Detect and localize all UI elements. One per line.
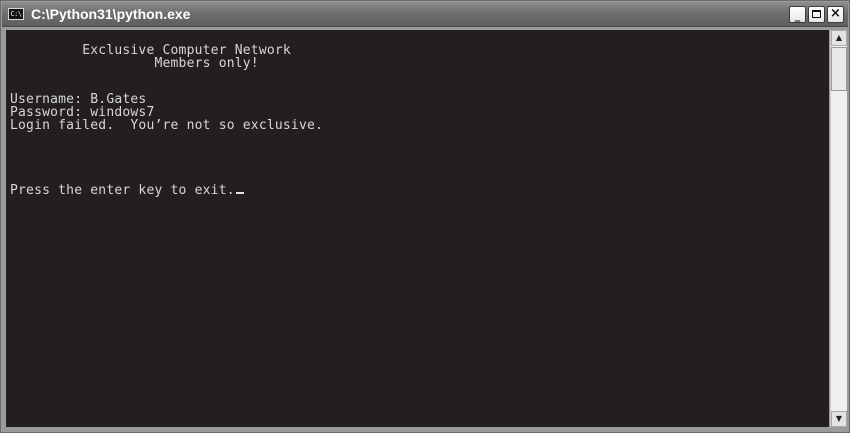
maximize-icon (812, 10, 821, 18)
console-line-subheader: Members only! (10, 56, 259, 71)
console-line-exit-prompt: Press the enter key to exit. (10, 184, 244, 197)
console-window: C:\ C:\Python31\python.exe _ × Exclusive… (0, 0, 850, 433)
console-line-login-result: Login failed. You’re not so exclusive. (10, 118, 324, 133)
scroll-down-arrow-icon[interactable]: ▼ (831, 411, 847, 427)
minimize-button[interactable]: _ (789, 6, 806, 23)
console-output[interactable]: Exclusive Computer Network Members only!… (6, 30, 829, 427)
close-button[interactable]: × (827, 6, 844, 23)
text-cursor (235, 192, 244, 194)
scroll-up-arrow-icon[interactable]: ▲ (831, 30, 847, 46)
console-app-icon[interactable]: C:\ (8, 8, 24, 20)
window-title: C:\Python31\python.exe (31, 6, 191, 22)
vertical-scrollbar[interactable]: ▲ ▼ (830, 30, 847, 427)
scrollbar-thumb[interactable] (831, 47, 847, 91)
maximize-button[interactable] (808, 6, 825, 23)
exit-prompt-text: Press the enter key to exit. (10, 183, 235, 198)
title-bar[interactable]: C:\ C:\Python31\python.exe _ × (2, 2, 848, 27)
